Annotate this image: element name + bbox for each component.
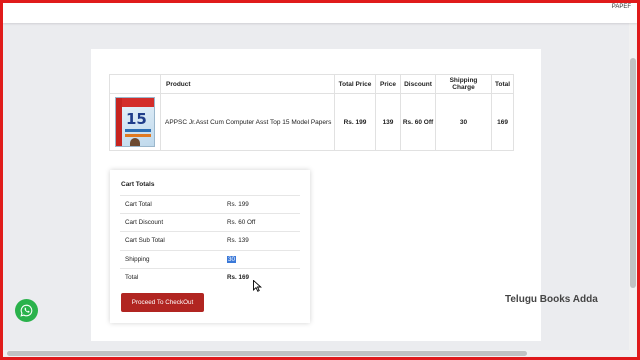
product-name[interactable]: APPSC Jr.Asst Cum Computer Asst Top 15 M…: [160, 93, 335, 151]
cart-totals-panel: Cart Totals Cart Total Rs. 199 Cart Disc…: [110, 170, 310, 323]
col-header-price: Price: [375, 74, 401, 94]
cart-table: Product Total Price Price Discount Shipp…: [109, 74, 515, 151]
col-header-discount: Discount: [400, 74, 436, 94]
col-header-shipping-charge: Shipping Charge: [435, 74, 492, 94]
product-thumbnail[interactable]: 15: [115, 97, 155, 147]
cart-total-label: Cart Total: [125, 201, 152, 208]
top-header-bar: PAPEF: [3, 3, 637, 23]
cart-subtotal-value: Rs. 139: [227, 237, 249, 244]
cart-subtotal-row: Cart Sub Total Rs. 139: [120, 231, 300, 249]
total-price-cell: Rs. 199: [334, 93, 376, 151]
cart-subtotal-label: Cart Sub Total: [125, 237, 165, 244]
cart-totals-title: Cart Totals: [121, 181, 155, 188]
cart-total-value: Rs. 199: [227, 201, 249, 208]
horizontal-scrollbar-thumb[interactable]: [7, 351, 527, 356]
vertical-scrollbar-thumb[interactable]: [630, 58, 636, 288]
shipping-row: Shipping 30: [120, 250, 300, 268]
table-row: 15 APPSC Jr.Asst Cum Computer Asst Top 1…: [109, 93, 515, 151]
price-cell: 139: [375, 93, 401, 151]
shipping-label: Shipping: [125, 256, 150, 263]
cart-discount-row: Cart Discount Rs. 60 Off: [120, 213, 300, 231]
whatsapp-icon: [20, 304, 33, 317]
book-cover-number: 15: [126, 110, 147, 128]
cart-card: Product Total Price Price Discount Shipp…: [91, 49, 541, 341]
grand-total-value: Rs. 169: [227, 274, 250, 281]
header-text[interactable]: PAPEF: [612, 4, 631, 10]
shipping-value[interactable]: 30: [227, 256, 237, 263]
row-total-cell: 169: [490, 93, 515, 151]
whatsapp-chat-button[interactable]: [15, 299, 38, 322]
product-thumbnail-cell[interactable]: 15: [109, 93, 161, 151]
proceed-to-checkout-button[interactable]: Proceed To CheckOut: [121, 293, 204, 312]
shipping-value-selected-text[interactable]: 30: [227, 256, 237, 263]
cart-discount-label: Cart Discount: [125, 219, 164, 226]
col-header-total: Total: [490, 74, 515, 94]
cart-table-header-row: Product Total Price Price Discount Shipp…: [109, 74, 515, 94]
col-header-thumbnail: [109, 74, 161, 94]
vertical-scrollbar[interactable]: [629, 23, 637, 350]
col-header-product: Product: [160, 74, 335, 94]
grand-total-row: Total Rs. 169: [120, 268, 300, 286]
mouse-cursor-icon: [253, 280, 262, 292]
horizontal-scrollbar[interactable]: [3, 350, 637, 357]
cart-discount-value: Rs. 60 Off: [227, 219, 256, 226]
col-header-total-price: Total Price: [334, 74, 376, 94]
grand-total-label: Total: [125, 274, 139, 281]
discount-cell: Rs. 60 Off: [400, 93, 436, 151]
shipping-charge-cell: 30: [435, 93, 492, 151]
cart-total-row: Cart Total Rs. 199: [120, 195, 300, 213]
brand-name: Telugu Books Adda: [505, 294, 598, 305]
